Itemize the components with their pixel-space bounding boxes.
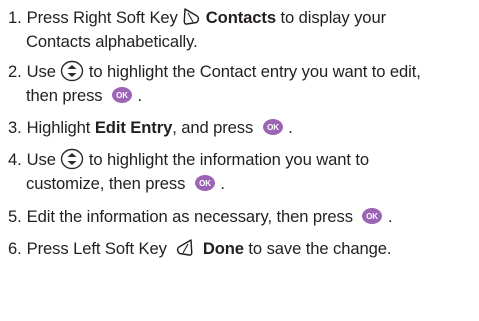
ok-key-label: OK — [367, 212, 379, 221]
step-text: then press — [26, 86, 103, 105]
step-text: Use — [26, 150, 56, 169]
step-text: to display your — [280, 8, 387, 27]
step-text: to highlight the Contact entry you want … — [88, 62, 421, 81]
step-text: . — [220, 174, 225, 193]
step-1-line-1: 1. Press Right Soft Key Contacts to displ… — [8, 6, 474, 30]
step-text: Use — [26, 62, 56, 81]
step-number: 4. — [8, 150, 22, 169]
step-text: Press Left Soft Key — [26, 239, 167, 258]
step-4-line-1: 4. Use to highlight the information you w… — [8, 148, 474, 172]
contacts-label: Contacts — [205, 8, 276, 27]
step-text: to highlight the information you want to — [88, 150, 370, 169]
step-1: 1. Press Right Soft Key Contacts to displ… — [8, 6, 474, 54]
step-2: 2. Use to highlight the Contact entry you… — [8, 60, 474, 108]
right-soft-key-icon — [182, 7, 201, 26]
step-4: 4. Use to highlight the information you w… — [8, 148, 474, 196]
step-4-line-2: customize, then press OK . — [8, 172, 474, 196]
step-text: . — [288, 118, 293, 137]
ok-key-label: OK — [116, 91, 128, 100]
step-text: Edit the information as necessary, then … — [26, 207, 353, 226]
step-text: , and press — [172, 118, 254, 137]
step-number: 2. — [8, 62, 22, 81]
step-text: Press Right Soft Key — [26, 8, 178, 27]
edit-entry-label: Edit Entry — [94, 118, 173, 137]
step-1-line-2: Contacts alphabetically. — [26, 32, 198, 51]
step-text: Highlight — [26, 118, 91, 137]
nav-key-up-down-icon — [60, 60, 84, 82]
step-text: customize, then press — [26, 174, 186, 193]
step-number: 5. — [8, 207, 22, 226]
step-6: 6. Press Left Soft Key Done to save the c… — [8, 237, 474, 261]
step-2-line-1: 2. Use to highlight the Contact entry you… — [8, 60, 474, 84]
step-number: 1. — [8, 8, 22, 27]
step-text: . — [137, 86, 143, 105]
step-text: . — [388, 207, 393, 226]
left-soft-key-icon — [175, 238, 194, 257]
step-3: 3. Highlight Edit Entry, and press OK . — [8, 116, 474, 140]
ok-key-label: OK — [267, 123, 279, 132]
ok-key-icon: OK — [111, 86, 133, 104]
step-text: to save the change. — [248, 239, 392, 258]
ok-key-label: OK — [199, 179, 211, 188]
nav-key-up-down-icon — [60, 148, 84, 170]
done-label: Done — [202, 239, 244, 258]
step-number: 6. — [8, 239, 22, 258]
step-number: 3. — [8, 118, 22, 137]
step-5: 5. Edit the information as necessary, the… — [8, 205, 474, 229]
step-2-line-2: then press OK . — [8, 84, 474, 108]
instruction-page: 1. Press Right Soft Key Contacts to displ… — [0, 0, 479, 321]
ok-key-icon: OK — [194, 174, 216, 192]
ok-key-icon: OK — [361, 207, 383, 225]
ok-key-icon: OK — [262, 118, 284, 136]
